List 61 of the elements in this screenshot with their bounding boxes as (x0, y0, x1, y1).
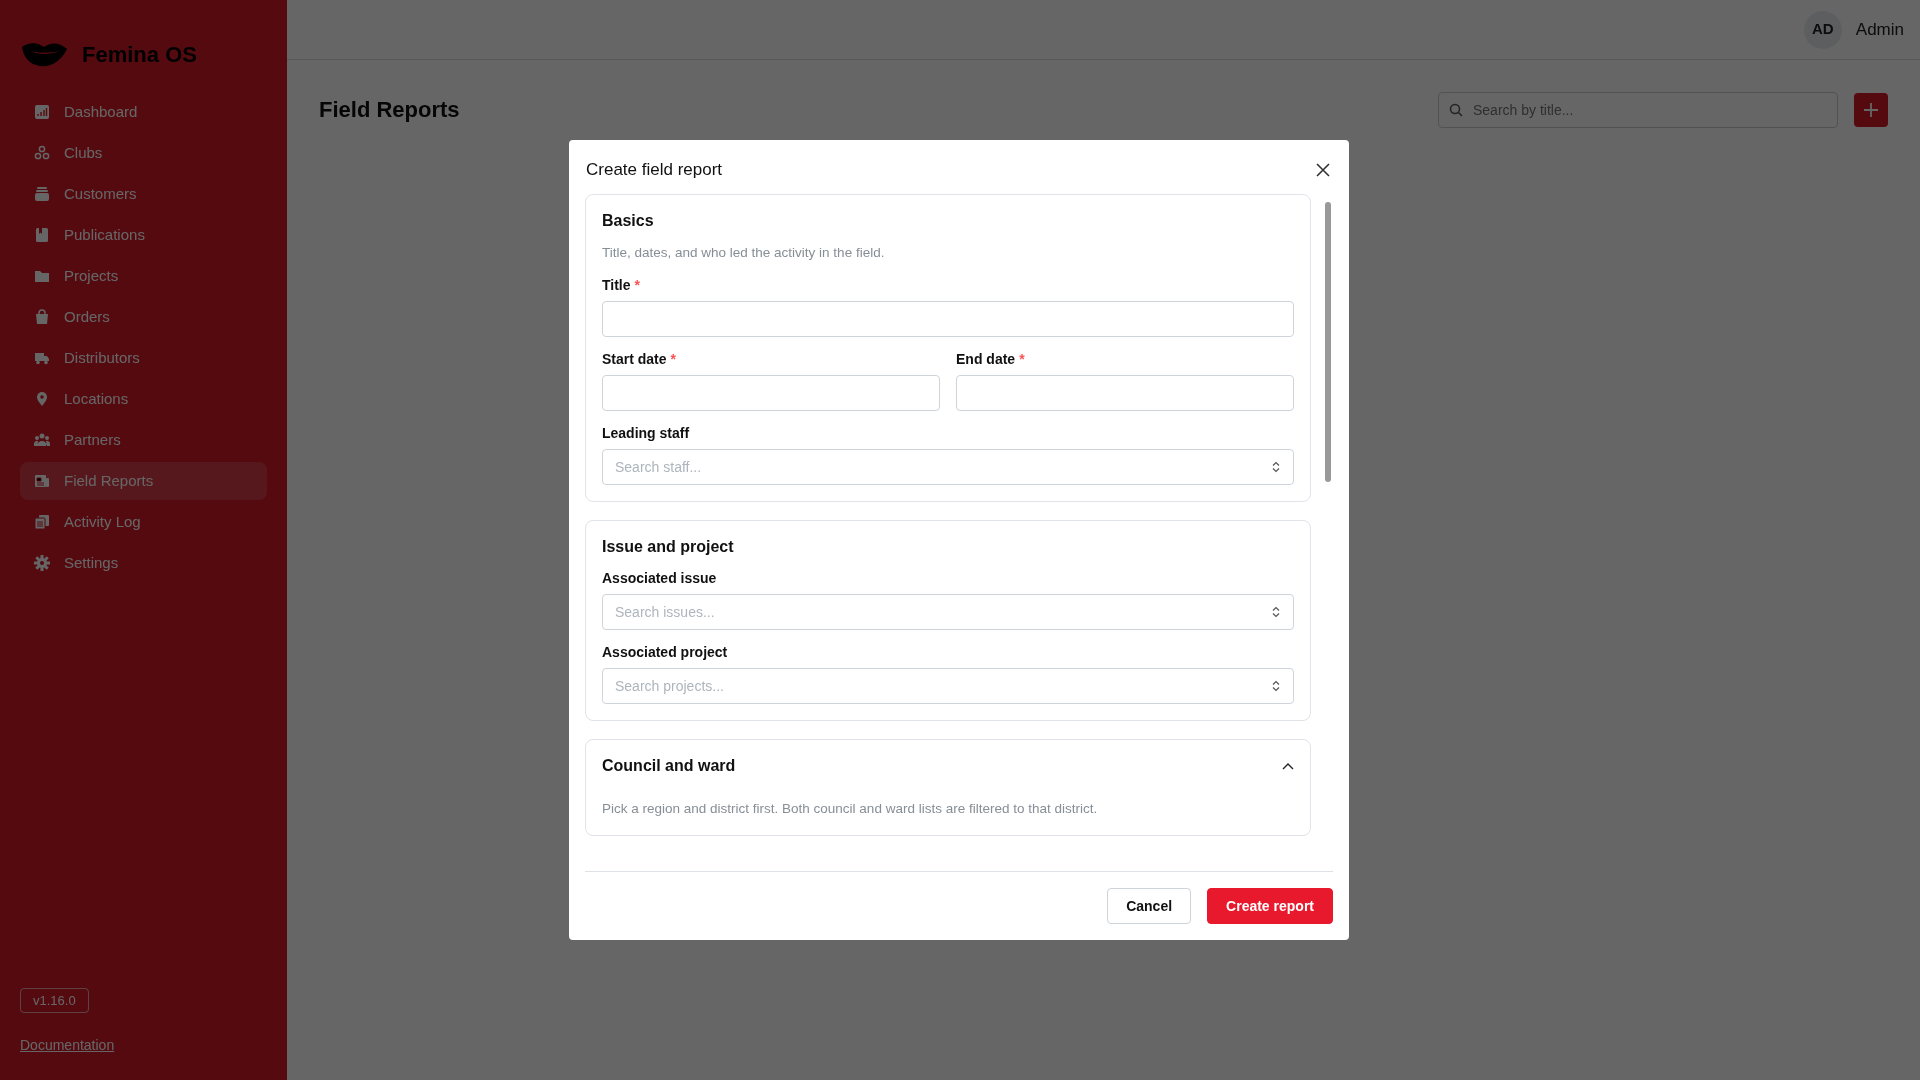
nav-item[interactable]: Partners (20, 421, 267, 459)
field-label: End date * (956, 349, 1026, 369)
up-down-chevron-icon (1272, 606, 1280, 618)
field-label: Associated project (602, 643, 729, 662)
folder-icon (34, 268, 50, 284)
cancel-button[interactable]: Cancel (1107, 888, 1192, 925)
nav-item[interactable]: Publications (20, 216, 267, 254)
select-field[interactable]: Search projects... (602, 668, 1294, 704)
up-down-chevron-icon (1272, 460, 1280, 473)
field-label: Start date * (602, 349, 678, 369)
nav-item[interactable]: Locations (20, 380, 267, 418)
input-field[interactable] (956, 374, 1294, 411)
required-mark: * (670, 350, 677, 367)
people-icon (34, 145, 50, 161)
section-title: Basics (602, 211, 655, 231)
select-field[interactable]: Search staff... (602, 448, 1294, 485)
field-label: Title * (602, 275, 641, 295)
section-description: Title, dates, and who led the activity in the field. (602, 243, 886, 262)
required-mark: * (1019, 350, 1025, 367)
nav-item[interactable]: Orders (20, 298, 267, 336)
collapse-toggle[interactable] (1282, 761, 1294, 770)
nav-item[interactable]: Dashboard (20, 93, 267, 131)
version-label: v1.16.0 (20, 987, 89, 1013)
search-icon (1449, 103, 1463, 117)
up-down-chevron-icon (1272, 680, 1280, 692)
pin-icon (34, 391, 50, 407)
newspaper-icon (34, 473, 50, 489)
nav-item[interactable]: Projects (20, 257, 267, 295)
documentation-link[interactable]: Documentation (20, 1035, 115, 1056)
section-title: Issue and project (602, 536, 735, 556)
create-button[interactable]: Create report (1207, 888, 1333, 925)
nav-item[interactable]: Distributors (20, 339, 267, 377)
documents-icon (34, 514, 50, 530)
required-mark: * (634, 276, 640, 293)
bag-icon (34, 309, 50, 325)
group-icon (34, 432, 50, 448)
nav-item[interactable]: Customers (20, 175, 267, 213)
chart-icon (34, 104, 50, 120)
input-field[interactable] (602, 374, 940, 411)
modal-title: Create field report (586, 160, 723, 181)
field-label: Associated issue (602, 569, 718, 588)
gear-icon (34, 555, 50, 571)
nav-item[interactable]: Activity Log (20, 503, 267, 541)
input-field[interactable] (602, 300, 1294, 337)
nav-item[interactable]: Settings (20, 544, 267, 582)
page-title: Field Reports (319, 96, 461, 124)
add-button[interactable] (1854, 93, 1888, 127)
nav-item[interactable]: Clubs (20, 134, 267, 172)
scrollbar-thumb[interactable] (1325, 202, 1331, 483)
lips-logo-icon (20, 40, 68, 69)
user-name: Admin (1855, 18, 1904, 41)
field-label: Leading staff (602, 423, 691, 443)
user-avatar[interactable]: AD (1803, 10, 1842, 49)
truck-icon (34, 350, 50, 366)
brand-name: Femina OS (82, 41, 197, 69)
select-field[interactable]: Search issues... (602, 594, 1294, 630)
section-description: Pick a region and district first. Both council and ward lists are filtered to that district. (602, 800, 1099, 819)
book-icon (34, 227, 50, 243)
plus-icon (1862, 101, 1880, 119)
section-title: Council and ward (602, 756, 736, 776)
box-icon (34, 186, 50, 202)
